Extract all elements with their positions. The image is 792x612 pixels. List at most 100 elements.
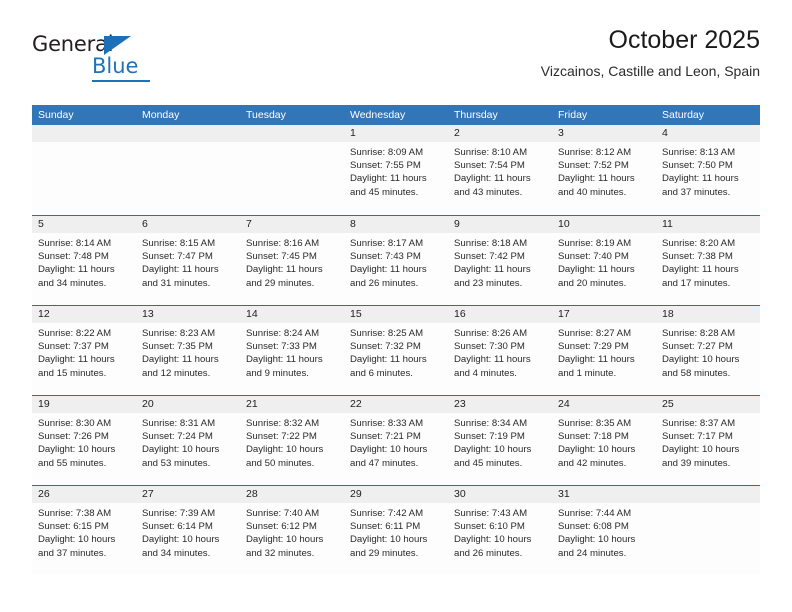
day-number: 10 <box>552 216 656 233</box>
calendar-day-cell[interactable]: 15 Sunrise: 8:25 AM Sunset: 7:32 PM Dayligh… <box>344 306 448 395</box>
day-sun-info: Sunrise: 8:15 AM Sunset: 7:47 PM Daylight:… <box>136 233 240 290</box>
daylight-text-line2: and 58 minutes. <box>662 367 731 379</box>
calendar-day-cell[interactable]: 11 Sunrise: 8:20 AM Sunset: 7:38 PM Dayligh… <box>656 216 760 305</box>
daylight-text-line1: Daylight: 10 hours <box>38 444 116 456</box>
sunrise-text: Sunrise: 8:32 AM <box>246 418 320 429</box>
calendar-day-cell[interactable]: 27 Sunrise: 7:39 AM Sunset: 6:14 PM Dayligh… <box>136 486 240 575</box>
daylight-text-line2: and 24 minutes. <box>558 547 627 559</box>
calendar-day-cell[interactable]: 3 Sunrise: 8:12 AM Sunset: 7:52 PM Daylight… <box>552 125 656 215</box>
day-sun-info: Sunrise: 7:40 AM Sunset: 6:12 PM Daylight:… <box>240 503 344 560</box>
daylight-text-line2: and 39 minutes. <box>662 457 731 469</box>
calendar-day-cell-empty <box>240 125 344 215</box>
daylight-text-line2: and 12 minutes. <box>142 367 211 379</box>
daylight-text-line1: Daylight: 11 hours <box>142 264 219 276</box>
calendar-day-cell[interactable]: 8 Sunrise: 8:17 AM Sunset: 7:43 PM Daylight… <box>344 216 448 305</box>
calendar-day-cell[interactable]: 20 Sunrise: 8:31 AM Sunset: 7:24 PM Dayligh… <box>136 396 240 485</box>
daylight-text-line1: Daylight: 10 hours <box>454 534 532 546</box>
calendar-day-cell[interactable]: 1 Sunrise: 8:09 AM Sunset: 7:55 PM Daylight… <box>344 125 448 215</box>
sunrise-text: Sunrise: 8:16 AM <box>246 238 320 249</box>
calendar-day-cell[interactable]: 28 Sunrise: 7:40 AM Sunset: 6:12 PM Dayligh… <box>240 486 344 575</box>
calendar-day-cell[interactable]: 30 Sunrise: 7:43 AM Sunset: 6:10 PM Dayligh… <box>448 486 552 575</box>
sunset-text: Sunset: 7:43 PM <box>350 251 421 263</box>
sunset-text: Sunset: 7:35 PM <box>142 341 213 353</box>
day-sun-info: Sunrise: 8:20 AM Sunset: 7:38 PM Daylight:… <box>656 233 760 290</box>
daylight-text-line1: Daylight: 10 hours <box>246 534 324 546</box>
calendar-day-cell[interactable]: 26 Sunrise: 7:38 AM Sunset: 6:15 PM Dayligh… <box>32 486 136 575</box>
day-number: 11 <box>656 216 760 233</box>
day-number: 26 <box>32 486 136 503</box>
sunrise-text: Sunrise: 8:27 AM <box>558 328 632 339</box>
daylight-text-line1: Daylight: 11 hours <box>246 354 323 366</box>
daylight-text-line1: Daylight: 10 hours <box>350 444 428 456</box>
calendar-day-cell[interactable]: 17 Sunrise: 8:27 AM Sunset: 7:29 PM Dayligh… <box>552 306 656 395</box>
daylight-text-line1: Daylight: 10 hours <box>142 444 220 456</box>
calendar-day-cell[interactable]: 19 Sunrise: 8:30 AM Sunset: 7:26 PM Dayligh… <box>32 396 136 485</box>
weekday-header-saturday: Saturday <box>662 109 705 121</box>
calendar-day-cell[interactable]: 23 Sunrise: 8:34 AM Sunset: 7:19 PM Dayligh… <box>448 396 552 485</box>
calendar-day-cell[interactable]: 12 Sunrise: 8:22 AM Sunset: 7:37 PM Dayligh… <box>32 306 136 395</box>
day-sun-info: Sunrise: 8:16 AM Sunset: 7:45 PM Daylight:… <box>240 233 344 290</box>
daylight-text-line1: Daylight: 11 hours <box>350 173 427 185</box>
day-number: 23 <box>448 396 552 413</box>
calendar-page: General Blue October 2025 Vizcainos, Cas… <box>0 0 792 612</box>
day-sun-info: Sunrise: 8:31 AM Sunset: 7:24 PM Daylight:… <box>136 413 240 470</box>
day-sun-info: Sunrise: 8:23 AM Sunset: 7:35 PM Daylight:… <box>136 323 240 380</box>
daylight-text-line2: and 26 minutes. <box>454 547 523 559</box>
calendar-day-cell[interactable]: 31 Sunrise: 7:44 AM Sunset: 6:08 PM Dayligh… <box>552 486 656 575</box>
weekday-header-wednesday: Wednesday <box>350 109 406 121</box>
sunset-text: Sunset: 7:45 PM <box>246 251 317 263</box>
calendar-day-cell[interactable]: 21 Sunrise: 8:32 AM Sunset: 7:22 PM Dayligh… <box>240 396 344 485</box>
sunset-text: Sunset: 7:26 PM <box>38 431 109 443</box>
calendar-day-cell[interactable]: 24 Sunrise: 8:35 AM Sunset: 7:18 PM Dayligh… <box>552 396 656 485</box>
sunset-text: Sunset: 7:50 PM <box>662 160 733 172</box>
day-sun-info: Sunrise: 7:38 AM Sunset: 6:15 PM Daylight:… <box>32 503 136 560</box>
day-sun-info: Sunrise: 8:27 AM Sunset: 7:29 PM Daylight:… <box>552 323 656 380</box>
day-number: 30 <box>448 486 552 503</box>
page-header: General Blue October 2025 Vizcainos, Cas… <box>32 26 760 94</box>
calendar-day-cell[interactable]: 25 Sunrise: 8:37 AM Sunset: 7:17 PM Dayligh… <box>656 396 760 485</box>
calendar-day-cell[interactable]: 22 Sunrise: 8:33 AM Sunset: 7:21 PM Dayligh… <box>344 396 448 485</box>
day-sun-info: Sunrise: 8:35 AM Sunset: 7:18 PM Daylight:… <box>552 413 656 470</box>
day-number: 21 <box>240 396 344 413</box>
day-number: 20 <box>136 396 240 413</box>
daylight-text-line2: and 26 minutes. <box>350 277 419 289</box>
daylight-text-line1: Daylight: 10 hours <box>558 534 636 546</box>
daylight-text-line1: Daylight: 11 hours <box>454 354 531 366</box>
calendar-day-cell[interactable]: 10 Sunrise: 8:19 AM Sunset: 7:40 PM Dayligh… <box>552 216 656 305</box>
calendar-week-row: 26 Sunrise: 7:38 AM Sunset: 6:15 PM Dayligh… <box>32 485 760 575</box>
daylight-text-line2: and 43 minutes. <box>454 186 523 198</box>
sunset-text: Sunset: 7:24 PM <box>142 431 213 443</box>
calendar-day-cell[interactable]: 7 Sunrise: 8:16 AM Sunset: 7:45 PM Daylight… <box>240 216 344 305</box>
daylight-text-line1: Daylight: 11 hours <box>350 354 427 366</box>
day-sun-info: Sunrise: 7:43 AM Sunset: 6:10 PM Daylight:… <box>448 503 552 560</box>
calendar-day-cell[interactable]: 4 Sunrise: 8:13 AM Sunset: 7:50 PM Daylight… <box>656 125 760 215</box>
calendar-day-cell[interactable]: 13 Sunrise: 8:23 AM Sunset: 7:35 PM Dayligh… <box>136 306 240 395</box>
sunrise-text: Sunrise: 7:39 AM <box>142 508 216 519</box>
sunrise-text: Sunrise: 8:19 AM <box>558 238 632 249</box>
daylight-text-line2: and 6 minutes. <box>350 367 413 379</box>
day-number <box>136 125 240 142</box>
calendar-day-cell[interactable]: 29 Sunrise: 7:42 AM Sunset: 6:11 PM Dayligh… <box>344 486 448 575</box>
daylight-text-line1: Daylight: 11 hours <box>662 264 739 276</box>
calendar-day-cell[interactable]: 6 Sunrise: 8:15 AM Sunset: 7:47 PM Daylight… <box>136 216 240 305</box>
sunset-text: Sunset: 7:17 PM <box>662 431 733 443</box>
daylight-text-line2: and 4 minutes. <box>454 367 517 379</box>
calendar-day-cell[interactable]: 5 Sunrise: 8:14 AM Sunset: 7:48 PM Daylight… <box>32 216 136 305</box>
day-number: 3 <box>552 125 656 142</box>
day-number: 8 <box>344 216 448 233</box>
sunset-text: Sunset: 6:08 PM <box>558 521 629 533</box>
daylight-text-line2: and 37 minutes. <box>38 547 107 559</box>
calendar-day-cell[interactable]: 16 Sunrise: 8:26 AM Sunset: 7:30 PM Dayligh… <box>448 306 552 395</box>
day-number: 1 <box>344 125 448 142</box>
logo-text-blue: Blue <box>92 54 139 78</box>
calendar-day-cell[interactable]: 2 Sunrise: 8:10 AM Sunset: 7:54 PM Daylight… <box>448 125 552 215</box>
sunset-text: Sunset: 6:12 PM <box>246 521 317 533</box>
page-title: October 2025 <box>608 26 761 54</box>
calendar-day-cell[interactable]: 18 Sunrise: 8:28 AM Sunset: 7:27 PM Dayligh… <box>656 306 760 395</box>
daylight-text-line1: Daylight: 11 hours <box>454 173 531 185</box>
sunset-text: Sunset: 7:40 PM <box>558 251 629 263</box>
sunrise-text: Sunrise: 8:09 AM <box>350 147 424 158</box>
calendar-day-cell[interactable]: 9 Sunrise: 8:18 AM Sunset: 7:42 PM Daylight… <box>448 216 552 305</box>
day-sun-info: Sunrise: 8:13 AM Sunset: 7:50 PM Daylight:… <box>656 142 760 199</box>
calendar-day-cell[interactable]: 14 Sunrise: 8:24 AM Sunset: 7:33 PM Dayligh… <box>240 306 344 395</box>
